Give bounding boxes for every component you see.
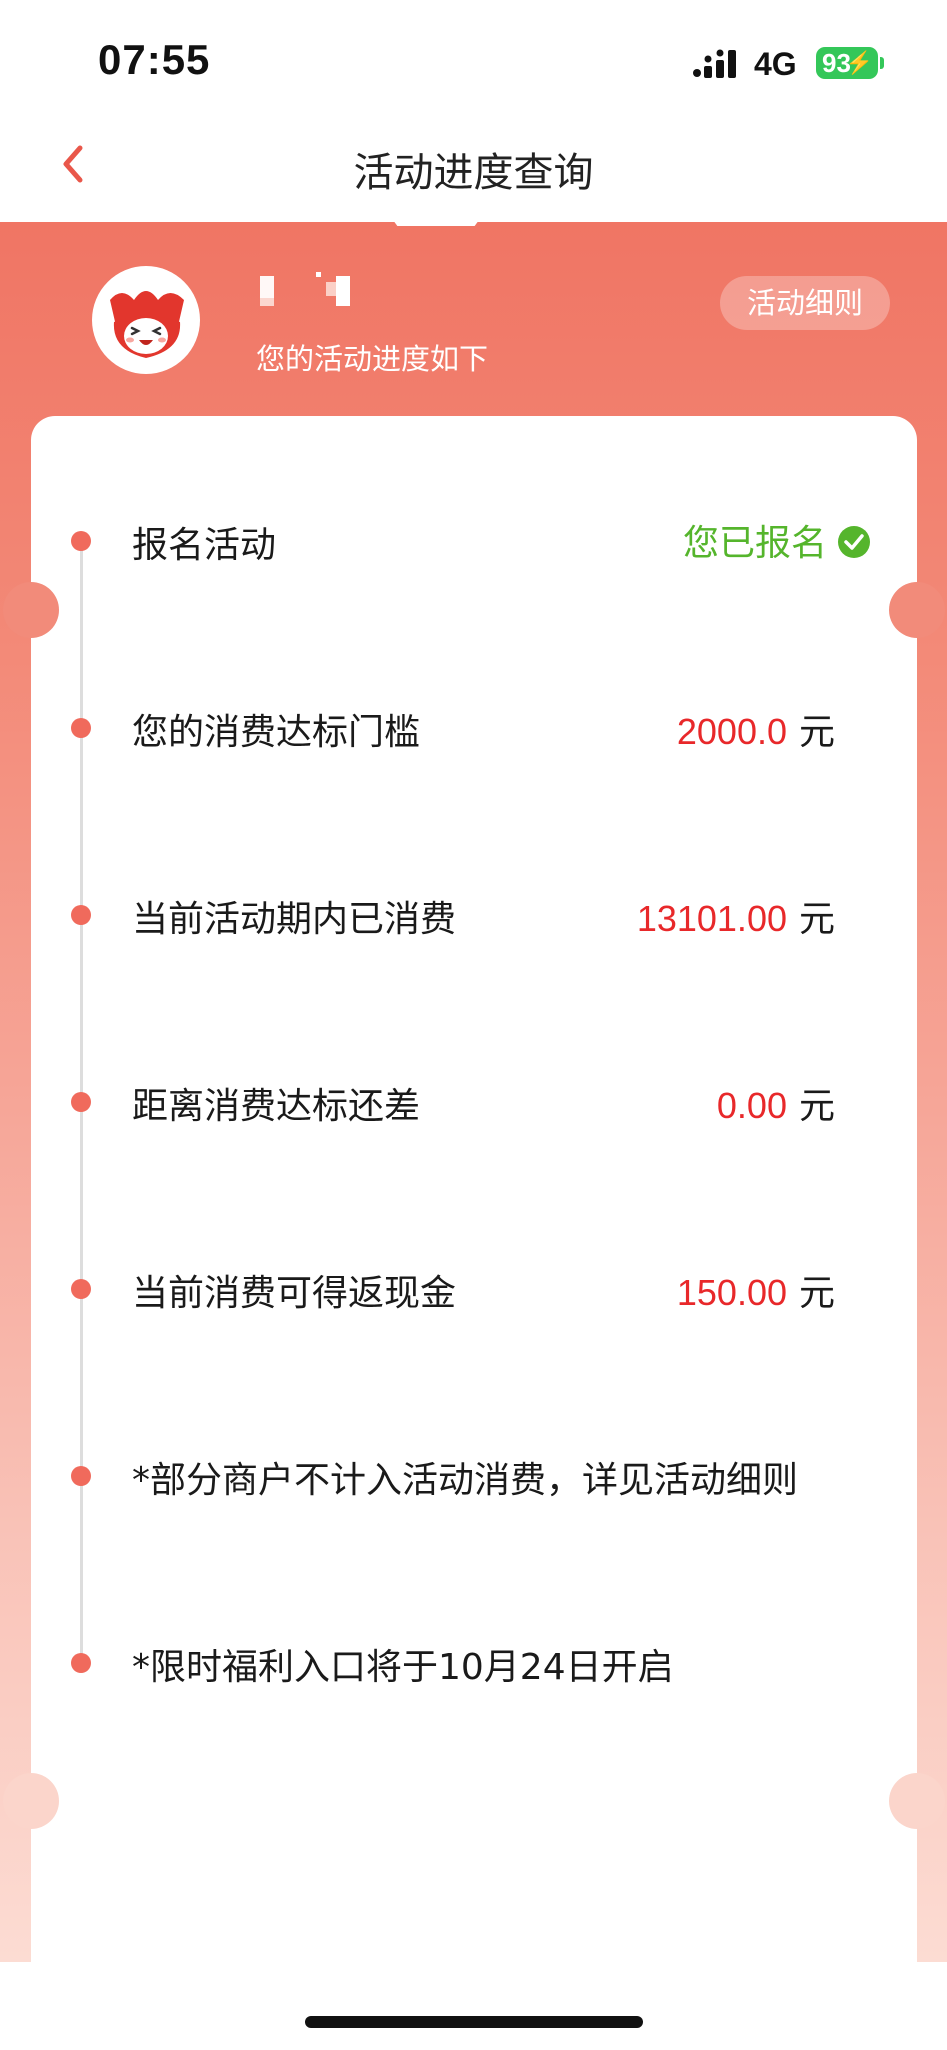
mascot-icon bbox=[110, 291, 184, 358]
timeline-dot bbox=[71, 1466, 91, 1486]
card-notch-right-bottom bbox=[889, 1773, 945, 1829]
user-name-redacted bbox=[256, 272, 366, 312]
row-label: 报名活动 bbox=[132, 525, 277, 566]
amount-unit: 元 bbox=[798, 1273, 835, 1314]
amount-value: 150.00 bbox=[676, 1272, 787, 1313]
progress-row-cashback: 当前消费可得返现金 150.00 元 bbox=[0, 1258, 947, 1318]
progress-subtitle: 您的活动进度如下 bbox=[256, 342, 489, 376]
timeline-dot bbox=[71, 531, 91, 551]
card-notch-left-bottom bbox=[3, 1773, 59, 1829]
enrollment-status: 您已报名 bbox=[683, 514, 871, 566]
activity-rules-button[interactable]: 活动细则 bbox=[720, 276, 890, 330]
note-text: *限时福利入口将于10月24日开启 bbox=[132, 1647, 674, 1688]
check-circle-icon bbox=[838, 526, 870, 558]
progress-row-threshold: 您的消费达标门槛 2000.0 元 bbox=[0, 697, 947, 757]
status-bar: 07:55 4G 93 ⚡ bbox=[0, 0, 947, 110]
activity-progress-page: 07:55 4G 93 ⚡ 活动进度查询 您的活动进度如下 活动细则 报名活动 … bbox=[0, 0, 947, 2050]
row-label: 当前活动期内已消费 bbox=[132, 899, 457, 940]
card-notch-right-top bbox=[889, 582, 945, 638]
amount-value: 0.00 bbox=[716, 1085, 787, 1126]
progress-row-remaining: 距离消费达标还差 0.00 元 bbox=[0, 1071, 947, 1131]
amount-unit: 元 bbox=[798, 899, 835, 940]
row-label: 距离消费达标还差 bbox=[132, 1086, 421, 1127]
avatar bbox=[92, 266, 200, 374]
nav-bar: 活动进度查询 bbox=[0, 110, 947, 222]
timeline-dot bbox=[71, 718, 91, 738]
timeline-dot bbox=[71, 1279, 91, 1299]
charging-bolt-icon: ⚡ bbox=[845, 50, 873, 75]
status-time: 07:55 bbox=[98, 36, 211, 83]
timeline-dot bbox=[71, 1092, 91, 1112]
row-value: 0.00 元 bbox=[717, 1077, 835, 1129]
amount-value: 13101.00 bbox=[636, 898, 787, 939]
progress-card bbox=[31, 416, 917, 1996]
progress-row-welfare-note: *限时福利入口将于10月24日开启 bbox=[0, 1632, 947, 1692]
cellular-signal-icon bbox=[693, 49, 736, 78]
timeline-dot bbox=[71, 905, 91, 925]
battery-tip bbox=[880, 57, 884, 69]
enrollment-status-text: 您已报名 bbox=[682, 523, 827, 564]
note-text: *部分商户不计入活动消费，详见活动细则 bbox=[132, 1460, 799, 1501]
progress-row-enrollment: 报名活动 您已报名 bbox=[0, 510, 947, 570]
row-value: 150.00 元 bbox=[677, 1264, 835, 1316]
row-value: 13101.00 元 bbox=[637, 890, 835, 942]
battery-indicator: 93 ⚡ bbox=[816, 47, 878, 79]
page-title: 活动进度查询 bbox=[353, 150, 594, 196]
nav-notch-decoration bbox=[390, 216, 482, 226]
amount-value: 2000.0 bbox=[676, 711, 787, 752]
progress-row-spent: 当前活动期内已消费 13101.00 元 bbox=[0, 884, 947, 944]
network-type-label: 4G bbox=[754, 46, 797, 82]
row-label: 您的消费达标门槛 bbox=[132, 712, 421, 753]
amount-unit: 元 bbox=[798, 712, 835, 753]
row-value: 2000.0 元 bbox=[677, 703, 835, 755]
row-label: 当前消费可得返现金 bbox=[132, 1273, 457, 1314]
amount-unit: 元 bbox=[798, 1086, 835, 1127]
progress-row-merchant-note: *部分商户不计入活动消费，详见活动细则 bbox=[0, 1445, 947, 1505]
home-indicator[interactable] bbox=[305, 2016, 643, 2028]
card-notch-left-top bbox=[3, 582, 59, 638]
home-indicator-area bbox=[0, 1962, 947, 2050]
timeline-dot bbox=[71, 1653, 91, 1673]
